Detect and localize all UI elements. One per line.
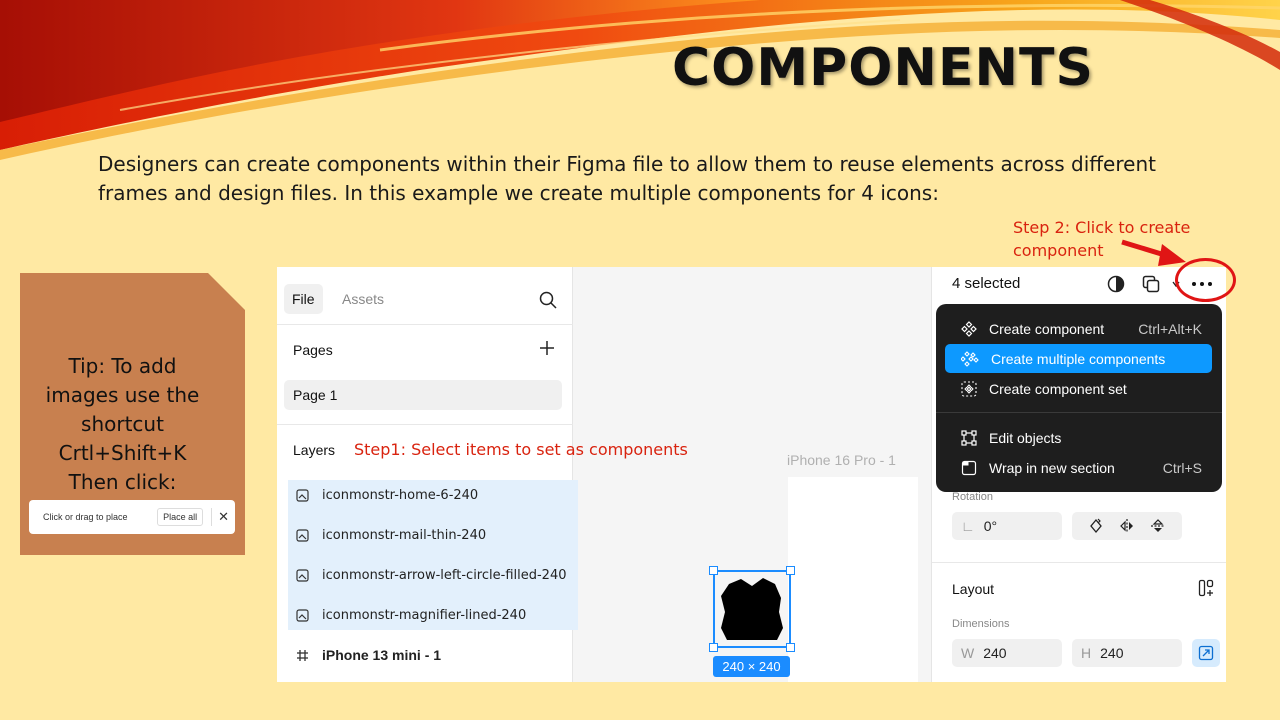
divider	[277, 324, 573, 325]
section-icon	[961, 460, 977, 475]
frame-label[interactable]: iPhone 16 Pro - 1	[787, 452, 896, 468]
constrain-proportions-button[interactable]	[1192, 639, 1220, 667]
layout-header: Layout	[952, 581, 995, 597]
tip-line: Tip: To add	[68, 354, 177, 378]
multi-component-icon	[961, 350, 979, 367]
divider	[932, 562, 1226, 563]
resize-handle[interactable]	[786, 643, 795, 652]
layer-item[interactable]: iconmonstr-arrow-left-circle-filled-240	[296, 565, 566, 585]
tip-text: Tip: To add images use the shortcut Crtl…	[20, 352, 225, 497]
menu-item-label: Create multiple components	[991, 350, 1166, 367]
step1-annotation: Step1: Select items to set as components	[354, 440, 688, 459]
menu-item-create-component-set[interactable]: Create component set	[945, 374, 1212, 403]
rotation-value: 0°	[983, 518, 998, 534]
resize-handle[interactable]	[786, 566, 795, 575]
layer-name: iconmonstr-home-6-240	[322, 487, 479, 503]
resize-handle[interactable]	[709, 566, 718, 575]
pages-header: Pages	[293, 342, 333, 358]
figma-window: File Assets Pages Page 1 Layers iconmons…	[277, 267, 1226, 682]
menu-item-edit-objects[interactable]: Edit objects	[945, 423, 1212, 452]
menu-item-create-component[interactable]: Create component Ctrl+Alt+K	[945, 314, 1212, 343]
tip-line: images use the	[45, 383, 200, 407]
width-field[interactable]: W 240	[952, 639, 1062, 667]
menu-item-wrap-in-new-section[interactable]: Wrap in new section Ctrl+S	[945, 453, 1212, 482]
image-icon	[296, 488, 309, 502]
width-value: 240	[983, 645, 1007, 661]
selection-size-badge: 240 × 240	[713, 656, 790, 677]
rotate-flip-group	[1072, 512, 1182, 540]
plus-icon[interactable]	[538, 339, 556, 357]
flip-vertical-icon[interactable]	[1150, 518, 1166, 534]
menu-item-label: Edit objects	[989, 429, 1062, 446]
image-icon	[296, 568, 309, 582]
layers-header: Layers	[293, 442, 336, 458]
menu-item-label: Wrap in new section	[989, 459, 1115, 476]
place-hint: Click or drag to place	[43, 512, 128, 522]
layer-name: iconmonstr-mail-thin-240	[322, 527, 487, 543]
tab-file[interactable]: File	[284, 284, 323, 314]
place-all-button[interactable]: Place all	[157, 508, 204, 526]
place-toolbar: Click or drag to place Place all ✕	[29, 500, 235, 534]
resize-icon	[1198, 645, 1214, 661]
menu-divider	[936, 412, 1222, 413]
selected-icons-group[interactable]	[713, 570, 791, 648]
layer-name: iconmonstr-arrow-left-circle-filled-240	[322, 567, 567, 583]
resize-handle[interactable]	[709, 643, 718, 652]
layer-item[interactable]: iconmonstr-home-6-240	[296, 485, 478, 505]
contrast-icon[interactable]	[1107, 275, 1125, 293]
divider	[277, 424, 573, 425]
width-prefix: W	[961, 645, 975, 661]
layer-name: iconmonstr-magnifier-lined-240	[322, 607, 527, 623]
dimensions-label: Dimensions	[952, 618, 1010, 630]
layer-name: iPhone 13 mini - 1	[322, 647, 442, 663]
frame-hash-icon	[297, 649, 308, 661]
intro-paragraph: Designers can create components within t…	[98, 152, 1156, 205]
right-panel: 4 selected Create component Ctrl+Alt+K C…	[931, 267, 1226, 682]
menu-item-shortcut: Ctrl+Alt+K	[1138, 320, 1202, 337]
menu-item-label: Create component	[989, 320, 1105, 337]
layer-item[interactable]: iconmonstr-magnifier-lined-240	[296, 605, 526, 625]
stacked-icons-shape	[721, 578, 783, 640]
component-icon	[961, 320, 977, 337]
menu-item-create-multiple-components[interactable]: Create multiple components	[945, 344, 1212, 373]
rotation-field[interactable]: ∟ 0°	[952, 512, 1062, 540]
red-arrow-icon	[1121, 239, 1186, 266]
auto-layout-icon[interactable]	[1198, 579, 1216, 597]
image-icon	[296, 528, 309, 542]
close-icon[interactable]: ✕	[218, 509, 229, 525]
height-field[interactable]: H 240	[1072, 639, 1182, 667]
left-panel: File Assets Pages Page 1 Layers iconmons…	[277, 267, 578, 682]
menu-item-shortcut: Ctrl+S	[1162, 459, 1202, 476]
image-icon	[296, 608, 309, 622]
flip-horizontal-icon[interactable]	[1119, 518, 1135, 534]
edit-objects-icon	[961, 429, 977, 446]
component-set-icon	[961, 380, 977, 397]
toolbar-divider	[211, 508, 213, 526]
context-menu: Create component Ctrl+Alt+K Create multi…	[936, 304, 1222, 492]
tip-line: shortcut	[81, 412, 164, 436]
highlight-circle	[1175, 258, 1236, 302]
search-icon[interactable]	[539, 291, 557, 309]
phone-frame[interactable]	[788, 477, 918, 682]
page-item[interactable]: Page 1	[284, 380, 562, 410]
slide-title: COMPONENTS	[672, 38, 1094, 98]
height-prefix: H	[1081, 645, 1092, 661]
tab-assets[interactable]: Assets	[342, 291, 384, 307]
tip-line: Then click:	[68, 470, 177, 494]
angle-icon: ∟	[961, 518, 975, 534]
copy-icon[interactable]	[1142, 275, 1160, 293]
rotation-label: Rotation	[952, 491, 993, 503]
menu-item-label: Create component set	[989, 380, 1127, 397]
layer-item-frame[interactable]: iPhone 13 mini - 1	[296, 645, 441, 665]
rotate-icon[interactable]	[1088, 518, 1104, 534]
height-value: 240	[1100, 645, 1124, 661]
selection-count: 4 selected	[952, 275, 1021, 292]
tip-line: Crtl+Shift+K	[58, 441, 187, 465]
layer-item[interactable]: iconmonstr-mail-thin-240	[296, 525, 486, 545]
